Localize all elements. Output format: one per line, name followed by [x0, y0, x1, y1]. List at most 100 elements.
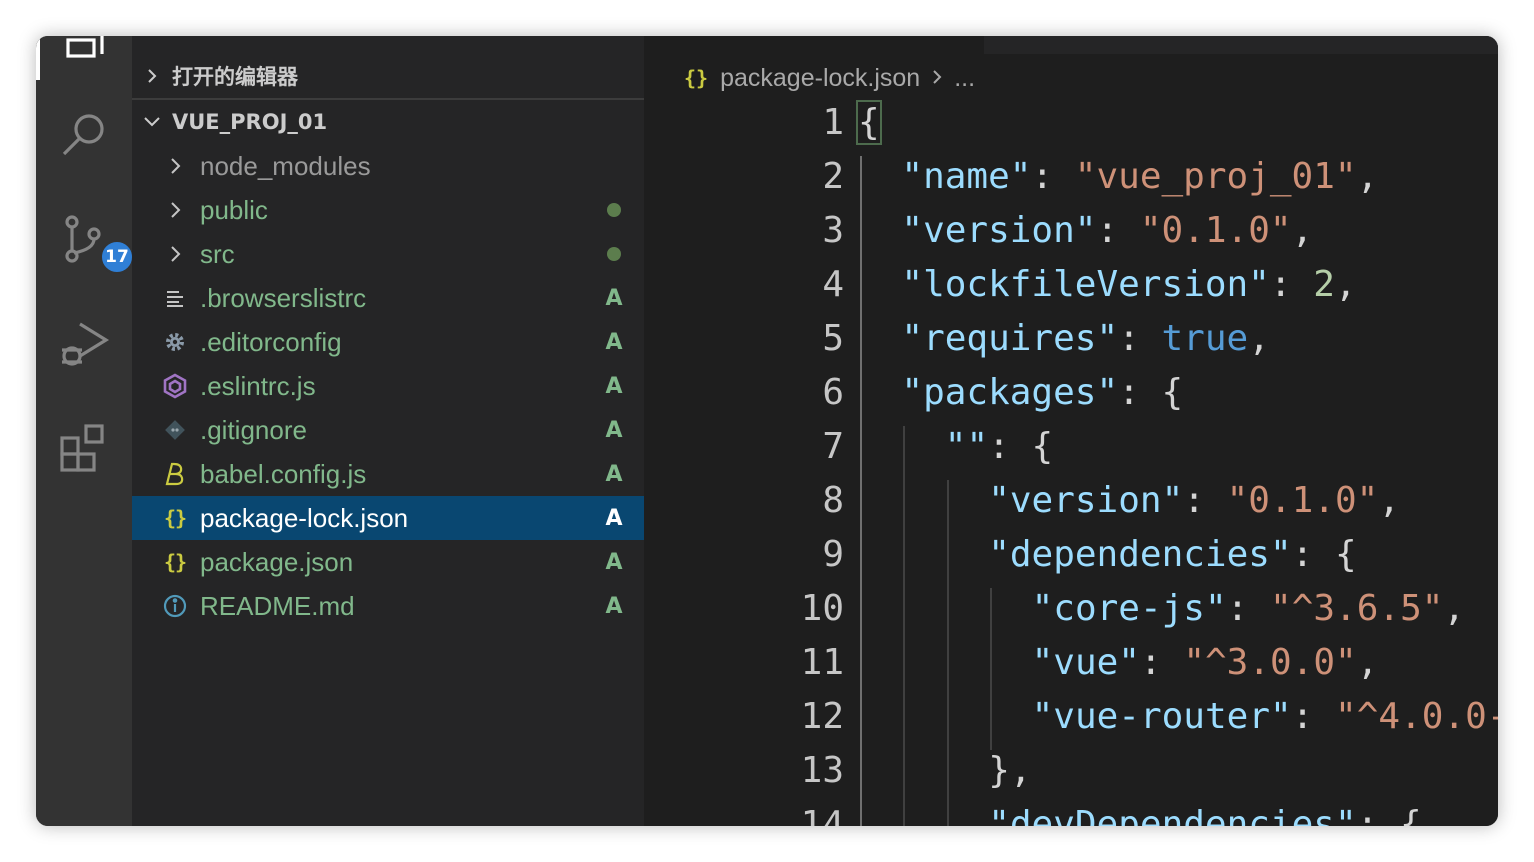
vscode-window: 17 打开的编辑器 VUE_PROJ_01 node_modules publi… [36, 36, 1498, 826]
git-status-badge: A [605, 593, 623, 619]
code-token: }, [988, 750, 1032, 791]
line-number: 12 [800, 696, 844, 737]
indent-guide [860, 156, 862, 826]
code-token: { [856, 100, 882, 145]
code-text: "dependencies": { [988, 534, 1356, 575]
git-status-badge: A [605, 461, 623, 487]
tree-file--editorconfig[interactable]: .editorconfig A [132, 320, 644, 364]
breadcrumb: {} package-lock.json ... [684, 58, 975, 98]
code-token: "name" [901, 156, 1032, 197]
babel-icon [158, 459, 192, 489]
project-label: VUE_PROJ_01 [172, 110, 328, 134]
extensions-icon[interactable] [58, 422, 110, 474]
code-token: : [1118, 318, 1162, 359]
code-text: "name": "vue_proj_01", [901, 156, 1378, 197]
tree-file--browserslistrc[interactable]: .browserslistrc A [132, 276, 644, 320]
line-number: 8 [822, 480, 844, 521]
git-status-badge: A [605, 549, 623, 575]
json-icon: {} [163, 550, 187, 574]
line-number: 6 [822, 372, 844, 413]
indent-guide [903, 426, 906, 826]
code-token: : [1139, 642, 1184, 683]
code-token: , [1378, 480, 1401, 521]
code-token: : [1183, 480, 1227, 521]
breadcrumb-file[interactable]: package-lock.json [720, 64, 920, 93]
indent-guide [946, 480, 949, 826]
line-number: 11 [800, 642, 844, 683]
active-view-marker [36, 36, 40, 80]
tree-item-label: package-lock.json [200, 502, 409, 533]
eslint-icon [158, 371, 192, 401]
tree-folder-node-modules[interactable]: node_modules [132, 144, 644, 188]
open-editors-label: 打开的编辑器 [172, 65, 298, 89]
code-token: "" [944, 426, 989, 467]
tree-item-label: .editorconfig [200, 326, 342, 357]
code-token: , [1248, 318, 1270, 359]
tree-file--gitignore[interactable]: .gitignore A [132, 408, 644, 452]
code-token: : [1031, 156, 1075, 197]
tree-file-readme-md[interactable]: README.md A [132, 584, 644, 628]
code-token: , [1334, 264, 1357, 305]
code-text: "version": "0.1.0", [988, 480, 1400, 521]
line-number: 9 [822, 534, 844, 575]
line-number: 2 [822, 156, 844, 197]
git-icon [158, 415, 192, 445]
code-line: 11 "vue": "^3.0.0", [644, 642, 1498, 696]
tree-file-babel-config-js[interactable]: babel.config.js A [132, 452, 644, 496]
tree-item-label: node_modules [200, 150, 371, 181]
code-token: "requires" [901, 318, 1119, 359]
code-text: "packages": { [901, 372, 1183, 413]
code-line: 13}, [644, 750, 1498, 804]
code-text: { [856, 100, 882, 145]
code-token: "version" [901, 210, 1097, 251]
line-number: 5 [822, 318, 844, 359]
tree-folder-src[interactable]: src [132, 232, 644, 276]
git-status-badge: A [605, 373, 623, 399]
tree-item-label: package.json [200, 546, 354, 577]
activity-bar: 17 [36, 36, 134, 826]
line-number: 4 [822, 264, 844, 305]
code-token: : { [1356, 804, 1422, 826]
code-text: "version": "0.1.0", [901, 210, 1313, 251]
code-token: "lockfileVersion" [901, 264, 1270, 305]
code-line: 9 "dependencies": { [644, 534, 1498, 588]
tree-file-package-lock-json[interactable]: {} package-lock.json A [132, 496, 644, 540]
chevron-down-icon [132, 113, 172, 131]
tree-file-package-json[interactable]: {} package.json A [132, 540, 644, 584]
code-text: "core-js": "^3.6.5", [1032, 588, 1466, 629]
code-line: 3 "version": "0.1.0", [644, 210, 1498, 264]
open-editors-header[interactable]: 打开的编辑器 [132, 54, 644, 100]
code-line: 8 "version": "0.1.0", [644, 480, 1498, 534]
project-folder-header[interactable]: VUE_PROJ_01 [132, 100, 644, 144]
explorer-icon[interactable] [58, 36, 110, 78]
search-icon[interactable] [58, 110, 110, 162]
code-text: "": { [945, 426, 1053, 467]
code-token: : { [1291, 534, 1357, 575]
code-line: 1{ [644, 100, 1498, 156]
code-line: 12 "vue-router": "^4.0.0- [644, 696, 1498, 750]
explorer-sidebar: 打开的编辑器 VUE_PROJ_01 node_modulespublic src… [132, 36, 644, 826]
breadcrumb-more[interactable]: ... [954, 64, 975, 93]
run-debug-icon[interactable] [58, 318, 110, 370]
code-token: "packages" [901, 372, 1119, 413]
code-token: "vue" [1031, 642, 1140, 683]
git-modified-dot [584, 198, 644, 223]
code-line: 14 "devDependencies": { [644, 804, 1498, 826]
source-control-icon[interactable]: 17 [58, 214, 134, 274]
code-token: : [1291, 696, 1336, 737]
code-editor[interactable]: 1{2 "name": "vue_proj_01", 3 "version": "0.… [644, 100, 1498, 826]
chevron-right-icon [132, 67, 172, 85]
tree-item-label: .browserslistrc [200, 282, 367, 313]
code-token: , [1443, 588, 1466, 629]
code-token: true [1161, 318, 1249, 359]
code-text: "vue": "^3.0.0", [1032, 642, 1379, 683]
code-line: 10 "core-js": "^3.6.5", [644, 588, 1498, 642]
tree-file--eslintrc-js[interactable]: .eslintrc.js A [132, 364, 644, 408]
code-token: "0.1.0" [1226, 480, 1379, 521]
code-token: "^3.0.0" [1183, 642, 1357, 683]
chevron-right-icon [158, 151, 192, 181]
git-modified-dot [584, 242, 644, 267]
tree-folder-public[interactable]: public [132, 188, 644, 232]
tree-item-label: .gitignore [200, 414, 307, 445]
line-number: 7 [822, 426, 844, 467]
